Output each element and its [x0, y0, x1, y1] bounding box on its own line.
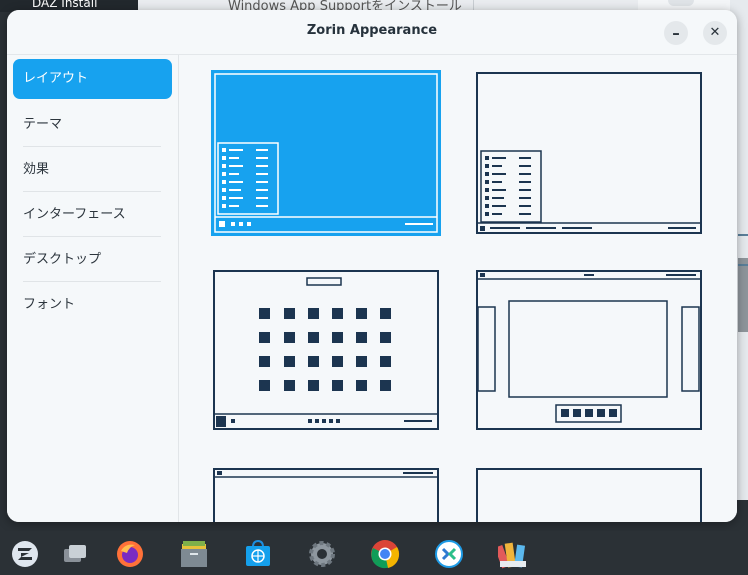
layout-gallery — [179, 55, 737, 522]
sidebar-item-fonts[interactable]: フォント — [13, 285, 172, 325]
sidebar-item-label: テーマ — [23, 117, 63, 132]
workspaces-icon[interactable] — [60, 539, 90, 569]
close-icon: ✕ — [709, 25, 721, 40]
taskbar — [0, 531, 748, 575]
sidebar-item-label: レイアウト — [23, 71, 89, 86]
sidebar: レイアウト テーマ 効果 インターフェース デスクトップ フォント — [7, 55, 179, 522]
sidebar-item-effects[interactable]: 効果 — [13, 150, 172, 190]
layout-option-gnome-dock[interactable] — [476, 270, 704, 432]
close-button[interactable]: ✕ — [703, 21, 727, 45]
sidebar-divider — [23, 146, 161, 147]
sidebar-divider — [23, 236, 161, 237]
firefox-icon[interactable] — [115, 539, 145, 569]
sidebar-divider — [23, 281, 161, 282]
background-window-left-title: DAZ Install — [32, 0, 98, 10]
sidebar-item-label: フォント — [23, 297, 76, 312]
minimize-icon: – — [672, 24, 680, 42]
layout-option-touch[interactable] — [213, 270, 441, 432]
background-scrollbar — [738, 258, 748, 332]
zorin-connect-icon[interactable] — [434, 539, 464, 569]
software-store-icon[interactable] — [243, 539, 273, 569]
appearance-icon[interactable] — [498, 539, 528, 569]
zorin-menu-icon[interactable] — [10, 539, 40, 569]
minimize-button[interactable]: – — [664, 21, 688, 45]
sidebar-item-theme[interactable]: テーマ — [13, 105, 172, 145]
sidebar-divider — [23, 191, 161, 192]
sidebar-item-interface[interactable]: インターフェース — [13, 195, 172, 235]
settings-icon[interactable] — [307, 539, 337, 569]
background-toggle — [668, 0, 694, 6]
sidebar-item-layout[interactable]: レイアウト — [13, 59, 172, 99]
layout-option-plain[interactable] — [476, 468, 704, 522]
window-title: Zorin Appearance — [306, 23, 438, 38]
chrome-icon[interactable] — [370, 539, 400, 569]
title-bar: Zorin Appearance – ✕ — [7, 10, 737, 55]
layout-option-top-panel[interactable] — [213, 468, 441, 522]
sidebar-item-label: デスクトップ — [23, 252, 102, 267]
background-line — [738, 234, 748, 236]
files-icon[interactable] — [179, 539, 209, 569]
background-line — [738, 264, 748, 266]
layout-option-windows-like[interactable] — [211, 70, 443, 238]
sidebar-item-desktop[interactable]: デスクトップ — [13, 240, 172, 280]
sidebar-item-label: 効果 — [23, 162, 50, 177]
appearance-window: Zorin Appearance – ✕ レイアウト テーマ 効果 インターフェ… — [7, 10, 737, 522]
sidebar-item-label: インターフェース — [23, 207, 126, 222]
layout-option-classic[interactable] — [476, 72, 702, 234]
